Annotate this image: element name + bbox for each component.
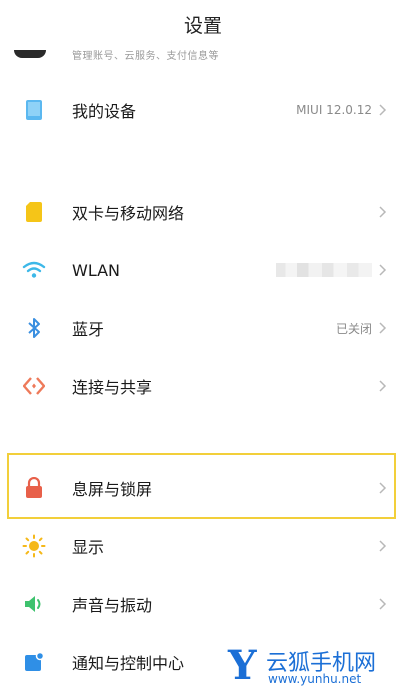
- settings-item-label: 双卡与移动网络: [72, 204, 185, 223]
- settings-item-sim-network[interactable]: 双卡与移动网络: [0, 183, 406, 241]
- settings-item-bluetooth[interactable]: 蓝牙 已关闭: [0, 299, 406, 357]
- settings-item-label: 蓝牙: [72, 320, 105, 339]
- bluetooth-icon: [22, 316, 46, 340]
- avatar: [14, 50, 46, 58]
- account-subtitle: 管理账号、云服务、支付信息等: [72, 51, 219, 62]
- notification-icon: [22, 650, 46, 674]
- chevron-right-icon: [376, 481, 390, 495]
- chevron-right-icon: [376, 263, 390, 277]
- bluetooth-status: 已关闭: [335, 321, 372, 336]
- page-title: 设置: [183, 14, 222, 37]
- chevron-right-icon: [376, 205, 390, 219]
- sim-card-icon: [22, 200, 46, 224]
- settings-item-label: 我的设备: [72, 102, 137, 121]
- speaker-icon: [22, 592, 46, 616]
- settings-item-my-device[interactable]: 我的设备 MIUI 12.0.12: [0, 81, 406, 139]
- wifi-icon: [22, 258, 46, 282]
- device-icon: [22, 98, 46, 122]
- chevron-right-icon: [376, 321, 390, 335]
- settings-item-wlan[interactable]: WLAN: [0, 241, 406, 299]
- settings-item-label: 连接与共享: [72, 378, 153, 397]
- chevron-right-icon: [376, 597, 390, 611]
- lock-icon: [22, 476, 46, 500]
- watermark-url: www.yunhu.net: [268, 672, 362, 686]
- settings-item-label: 声音与振动: [72, 596, 153, 615]
- miui-version: MIUI 12.0.12: [296, 103, 372, 117]
- settings-item-label: 显示: [72, 538, 105, 557]
- share-icon: [22, 374, 46, 398]
- wifi-network-name-blurred: [276, 263, 372, 277]
- settings-item-lock-screen[interactable]: 息屏与锁屏: [0, 459, 406, 517]
- sun-icon: [22, 534, 46, 558]
- settings-item-display[interactable]: 显示: [0, 517, 406, 575]
- watermark-logo: Y: [228, 642, 257, 689]
- account-row[interactable]: 管理账号、云服务、支付信息等: [0, 44, 406, 68]
- chevron-right-icon: [376, 103, 390, 117]
- settings-item-label: WLAN: [72, 260, 121, 280]
- settings-item-label: 通知与控制中心: [72, 654, 185, 673]
- chevron-right-icon: [376, 539, 390, 553]
- settings-item-label: 息屏与锁屏: [72, 480, 153, 499]
- chevron-right-icon: [376, 379, 390, 393]
- settings-item-connection-sharing[interactable]: 连接与共享: [0, 357, 406, 415]
- header: 设置: [0, 0, 406, 46]
- watermark: Y 云狐手机网 www.yunhu.net: [226, 640, 406, 690]
- settings-item-sound-vibration[interactable]: 声音与振动: [0, 575, 406, 633]
